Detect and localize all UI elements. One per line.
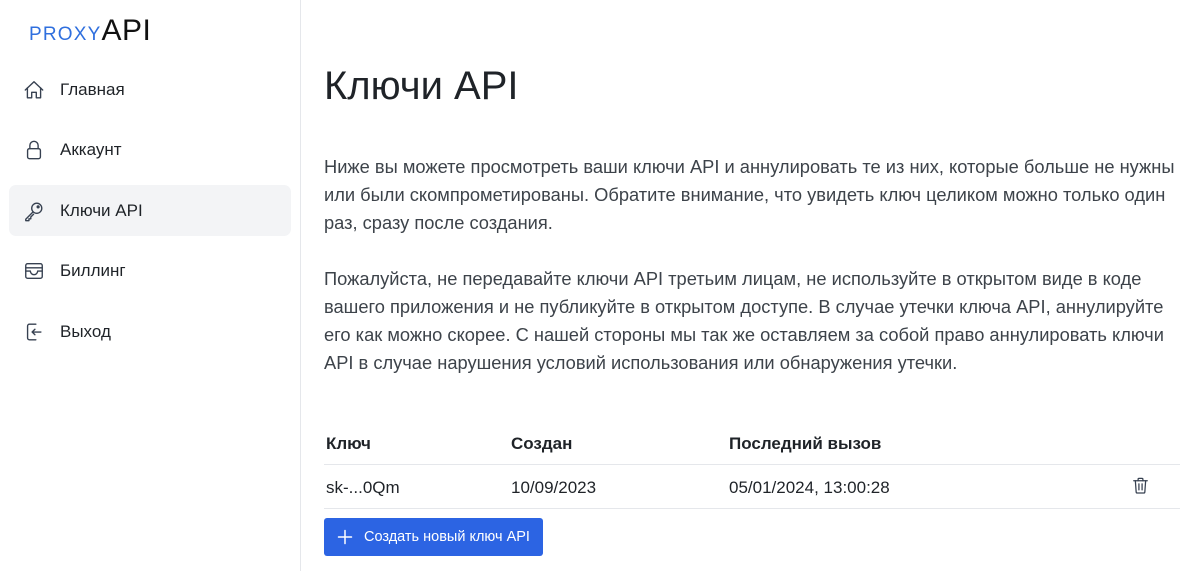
intro-paragraph: Ниже вы можете просмотреть ваши ключи AP… xyxy=(324,156,1175,233)
lock-icon xyxy=(23,139,45,161)
sidebar-item-label: Биллинг xyxy=(60,260,126,280)
sidebar: PROXY API Главная Аккаунт Ключи API Билл… xyxy=(0,0,301,571)
sidebar-item-logout[interactable]: Выход xyxy=(9,306,291,357)
sidebar-item-label: Главная xyxy=(60,79,125,99)
last-call-date: 05/01/2024, 13:00:28 xyxy=(729,478,890,497)
archive-box-icon xyxy=(23,260,45,282)
logo-prefix: PROXY xyxy=(29,24,102,45)
api-key-value: sk-...0Qm xyxy=(326,478,400,497)
key-icon xyxy=(23,200,45,222)
sidebar-item-account[interactable]: Аккаунт xyxy=(9,124,291,175)
trash-icon xyxy=(1132,477,1148,494)
sidebar-item-label: Ключи API xyxy=(60,200,143,220)
sidebar-item-label: Выход xyxy=(60,321,111,341)
api-keys-table: Ключ Создан Последний вызов sk-...0Qm 10… xyxy=(324,422,1180,509)
warning-paragraph: Пожалуйста, не передавайте ключи API тре… xyxy=(324,268,1164,373)
app-root: PROXY API Главная Аккаунт Ключи API Билл… xyxy=(0,0,1200,571)
table-row: sk-...0Qm 10/09/2023 05/01/2024, 13:00:2… xyxy=(324,465,1180,509)
sidebar-item-api-keys[interactable]: Ключи API xyxy=(9,185,291,236)
main-content: Ключи API Ниже вы можете просмотреть ваш… xyxy=(302,0,1200,571)
sidebar-item-label: Аккаунт xyxy=(60,139,122,159)
column-header-last-call: Последний вызов xyxy=(729,434,882,453)
home-icon xyxy=(23,79,45,101)
logo[interactable]: PROXY API xyxy=(29,14,152,47)
sidebar-item-billing[interactable]: Биллинг xyxy=(9,245,291,296)
logout-icon xyxy=(23,321,45,343)
create-api-key-button[interactable]: Создать новый ключ API xyxy=(324,518,543,556)
created-date: 10/09/2023 xyxy=(511,478,597,497)
sidebar-item-home[interactable]: Главная xyxy=(9,64,291,115)
create-api-key-label: Создать новый ключ API xyxy=(364,529,530,545)
column-header-key: Ключ xyxy=(326,434,371,453)
page-title: Ключи API xyxy=(324,64,519,108)
table-header: Ключ Создан Последний вызов xyxy=(324,422,1180,465)
delete-key-button[interactable] xyxy=(1129,474,1151,496)
plus-icon xyxy=(337,529,353,545)
column-header-created: Создан xyxy=(511,434,573,453)
logo-suffix: API xyxy=(101,14,152,47)
